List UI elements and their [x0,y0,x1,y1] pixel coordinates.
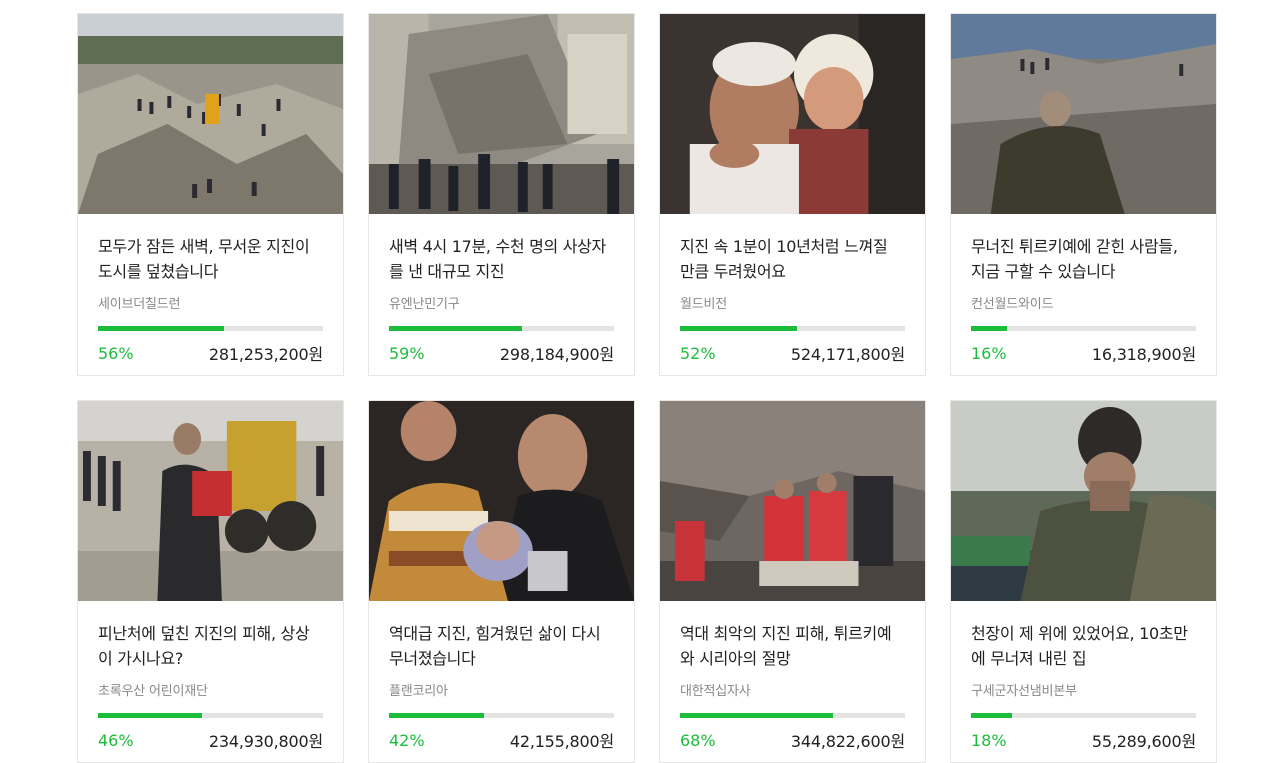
campaign-title[interactable]: 새벽 4시 17분, 수천 명의 사상자를 낸 대규모 지진 [389,234,614,284]
progress-percent: 18% [971,730,1007,750]
progress-percent: 59% [389,343,425,363]
campaign-card[interactable]: 무너진 튀르키예에 갇힌 사람들, 지금 구할 수 있습니다 컨선월드와이드 1… [950,13,1217,376]
progress-percent: 56% [98,343,134,363]
progress-bar-fill [389,326,522,331]
campaign-stats: 59% 298,184,900원 [389,341,614,365]
campaign-image[interactable] [369,14,634,214]
raised-amount: 234,930,800원 [208,732,323,751]
organization-name: 플랜코리아 [389,684,448,699]
campaign-image[interactable] [951,401,1216,601]
campaign-card[interactable]: 천장이 제 위에 있었어요, 10초만에 무너져 내린 집 구세군자선냄비본부 … [950,400,1217,763]
organization-name: 유엔난민기구 [389,297,460,312]
organization-name: 세이브더칠드런 [98,297,181,312]
campaign-stats: 68% 344,822,600원 [680,728,905,752]
campaign-title[interactable]: 무너진 튀르키예에 갇힌 사람들, 지금 구할 수 있습니다 [971,234,1196,284]
progress-bar-fill [98,713,202,718]
campaign-image[interactable] [951,14,1216,214]
progress-bar [971,713,1196,718]
campaign-stats: 42% 42,155,800원 [389,728,614,752]
campaign-stats: 56% 281,253,200원 [98,341,323,365]
campaign-title[interactable]: 역대 최악의 지진 피해, 튀르키예와 시리아의 절망 [680,621,905,671]
campaign-title[interactable]: 지진 속 1분이 10년처럼 느껴질 만큼 두려웠어요 [680,234,905,284]
progress-bar-fill [680,326,797,331]
progress-percent: 52% [680,343,716,363]
progress-percent: 42% [389,730,425,750]
campaign-stats: 16% 16,318,900원 [971,341,1196,365]
campaign-stats: 46% 234,930,800원 [98,728,323,752]
progress-bar-fill [971,326,1007,331]
organization-name: 초록우산 어린이재단 [98,684,208,699]
progress-bar-fill [98,326,224,331]
raised-amount: 344,822,600원 [790,732,905,751]
campaign-card[interactable]: 역대 최악의 지진 피해, 튀르키예와 시리아의 절망 대한적십자사 68% 3… [659,400,926,763]
raised-amount: 281,253,200원 [208,345,323,364]
campaign-card[interactable]: 역대급 지진, 힘겨웠던 삶이 다시 무너졌습니다 플랜코리아 42% 42,1… [368,400,635,763]
campaign-image[interactable] [78,14,343,214]
campaign-grid: 모두가 잠든 새벽, 무서운 지진이 도시를 덮쳤습니다 세이브더칠드런 56%… [77,13,1217,763]
raised-amount: 55,289,600원 [1091,732,1196,751]
progress-percent: 16% [971,343,1007,363]
organization-name: 구세군자선냄비본부 [971,684,1077,699]
raised-amount: 298,184,900원 [499,345,614,364]
progress-bar-fill [389,713,484,718]
progress-bar [971,326,1196,331]
campaign-title[interactable]: 피난처에 덮친 지진의 피해, 상상이 가시나요? [98,621,323,671]
organization-name: 대한적십자사 [680,684,751,699]
progress-percent: 46% [98,730,134,750]
progress-bar-fill [680,713,833,718]
progress-bar [680,326,905,331]
progress-bar [98,326,323,331]
campaign-title[interactable]: 모두가 잠든 새벽, 무서운 지진이 도시를 덮쳤습니다 [98,234,323,284]
campaign-card[interactable]: 모두가 잠든 새벽, 무서운 지진이 도시를 덮쳤습니다 세이브더칠드런 56%… [77,13,344,376]
progress-bar [680,713,905,718]
campaign-stats: 18% 55,289,600원 [971,728,1196,752]
campaign-title[interactable]: 천장이 제 위에 있었어요, 10초만에 무너져 내린 집 [971,621,1196,671]
progress-bar [389,713,614,718]
campaign-card[interactable]: 지진 속 1분이 10년처럼 느껴질 만큼 두려웠어요 월드비전 52% 524… [659,13,926,376]
campaign-image[interactable] [660,401,925,601]
campaign-card[interactable]: 피난처에 덮친 지진의 피해, 상상이 가시나요? 초록우산 어린이재단 46%… [77,400,344,763]
campaign-stats: 52% 524,171,800원 [680,341,905,365]
progress-bar [98,713,323,718]
raised-amount: 16,318,900원 [1091,345,1196,364]
raised-amount: 524,171,800원 [790,345,905,364]
progress-percent: 68% [680,730,716,750]
organization-name: 월드비전 [680,297,728,312]
campaign-image[interactable] [78,401,343,601]
campaign-title[interactable]: 역대급 지진, 힘겨웠던 삶이 다시 무너졌습니다 [389,621,614,671]
progress-bar [389,326,614,331]
campaign-image[interactable] [660,14,925,214]
progress-bar-fill [971,713,1012,718]
campaign-image[interactable] [369,401,634,601]
campaign-card[interactable]: 새벽 4시 17분, 수천 명의 사상자를 낸 대규모 지진 유엔난민기구 59… [368,13,635,376]
raised-amount: 42,155,800원 [509,732,614,751]
organization-name: 컨선월드와이드 [971,297,1054,312]
